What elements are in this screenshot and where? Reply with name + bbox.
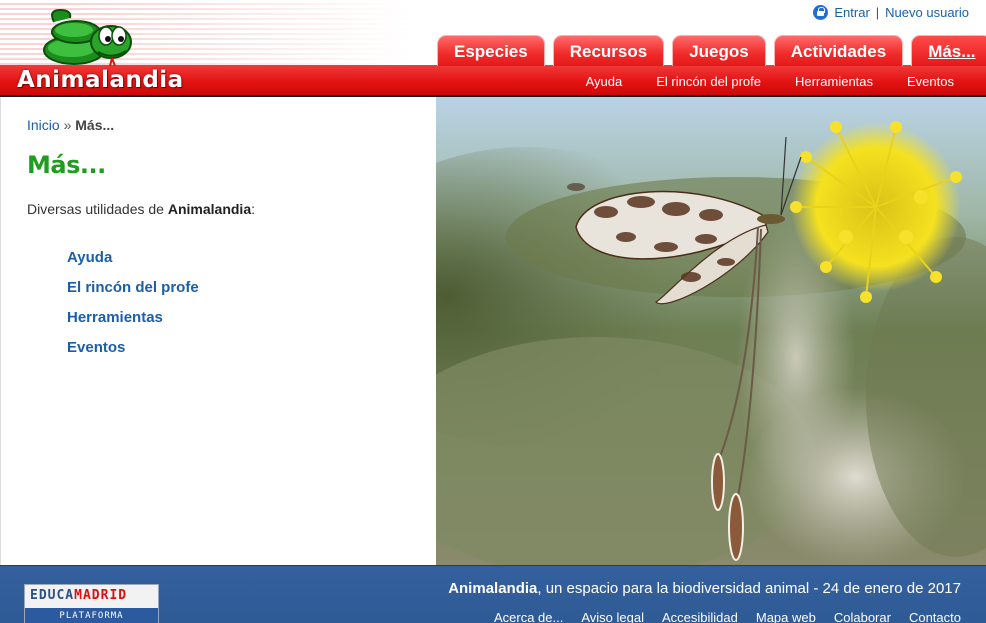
breadcrumb-current: Más...	[75, 117, 115, 133]
user-bar: Entrar | Nuevo usuario	[813, 5, 969, 20]
featured-photo	[436, 97, 986, 565]
educamadrid-logo[interactable]: EDUCAMADRID PLATAFORMA TECNOLÓGICA	[24, 584, 159, 623]
main-content: Inicio » Más... Más... Diversas utilidad…	[0, 97, 986, 565]
lacewing-photo-image	[436, 97, 986, 565]
subnav-item-ayuda[interactable]: Ayuda	[586, 74, 623, 89]
site-logo-text[interactable]: Animalandia	[17, 67, 184, 93]
intro-brand: Animalandia	[167, 201, 252, 217]
utility-link-eventos[interactable]: Eventos	[67, 339, 417, 369]
tab-actividades[interactable]: Actividades	[773, 35, 904, 66]
utility-link-rincon-profe[interactable]: El rincón del profe	[67, 279, 417, 309]
userbar-separator: |	[875, 5, 880, 20]
sub-nav: Ayuda El rincón del profe Herramientas E…	[586, 74, 954, 89]
intro-prefix: Diversas utilidades de	[27, 201, 168, 217]
footer-link-aviso-legal[interactable]: Aviso legal	[581, 610, 644, 623]
educamadrid-logo-title: EDUCAMADRID	[30, 588, 127, 603]
subnav-item-eventos[interactable]: Eventos	[907, 74, 954, 89]
footer-link-mapa-web[interactable]: Mapa web	[756, 610, 816, 623]
tab-especies[interactable]: Especies	[437, 35, 545, 66]
footer-link-contacto[interactable]: Contacto	[909, 610, 961, 623]
utility-link-ayuda[interactable]: Ayuda	[67, 249, 417, 279]
breadcrumb-separator: »	[63, 117, 72, 133]
utilities-list: Ayuda El rincón del profe Herramientas E…	[67, 249, 417, 369]
site-header: Animalandia Entrar | Nuevo usuario Espec…	[0, 0, 986, 97]
register-link[interactable]: Nuevo usuario	[885, 5, 969, 20]
footer-link-colaborar[interactable]: Colaborar	[834, 610, 891, 623]
content-column: Inicio » Más... Más... Diversas utilidad…	[27, 117, 417, 369]
footer-brand: Animalandia	[448, 580, 538, 597]
educamadrid-logo-part2: MADRID	[74, 588, 128, 603]
utility-link-herramientas[interactable]: Herramientas	[67, 309, 417, 339]
tab-mas[interactable]: Más...	[911, 35, 986, 66]
educamadrid-logo-part1: EDUCA	[30, 588, 75, 603]
site-footer: EDUCAMADRID PLATAFORMA TECNOLÓGICA Anima…	[0, 565, 986, 623]
tab-juegos[interactable]: Juegos	[672, 35, 766, 66]
footer-links: Acerca de... Aviso legal Accesibilidad M…	[494, 610, 961, 623]
lock-icon	[813, 5, 829, 20]
page-title: Más...	[27, 151, 106, 179]
subnav-item-herramientas[interactable]: Herramientas	[795, 74, 873, 89]
educamadrid-logo-subtitle: PLATAFORMA TECNOLÓGICA	[25, 608, 158, 623]
intro-suffix: :	[251, 201, 255, 217]
tab-recursos[interactable]: Recursos	[552, 35, 665, 66]
footer-link-acerca[interactable]: Acerca de...	[494, 610, 563, 623]
footer-tagline-text: , un espacio para la biodiversidad anima…	[537, 580, 961, 597]
footer-link-accesibilidad[interactable]: Accesibilidad	[662, 610, 738, 623]
login-link[interactable]: Entrar	[834, 5, 869, 20]
intro-text: Diversas utilidades de Animalandia:	[27, 201, 417, 217]
breadcrumb: Inicio » Más...	[27, 117, 417, 133]
subnav-item-rincon-profe[interactable]: El rincón del profe	[656, 74, 761, 89]
main-nav-tabs: Especies Recursos Juegos Actividades Más…	[437, 35, 986, 66]
footer-tagline: Animalandia, un espacio para la biodiver…	[448, 580, 961, 597]
breadcrumb-home-link[interactable]: Inicio	[27, 117, 60, 133]
